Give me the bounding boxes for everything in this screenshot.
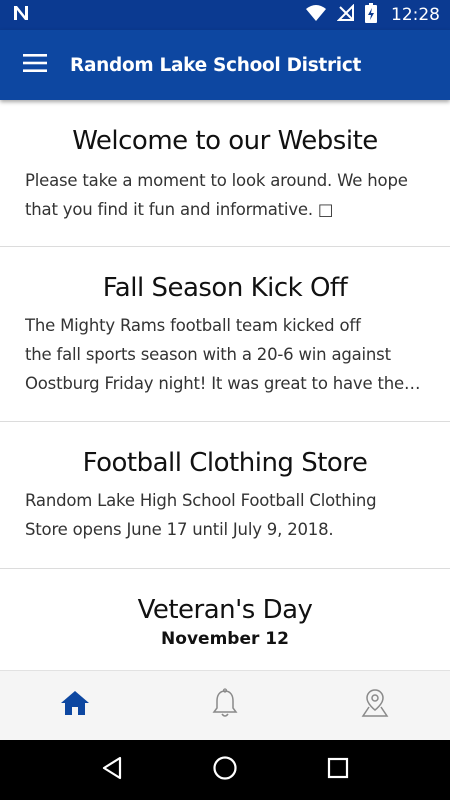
card-body: The Mighty Rams football team kicked off… — [25, 311, 425, 398]
nav-map[interactable] — [320, 671, 430, 741]
nav-home[interactable] — [20, 671, 130, 741]
recents-icon — [327, 757, 349, 784]
card-body-line: Store opens June 17 until July 9, 2018. — [25, 520, 334, 539]
bell-icon — [211, 688, 239, 723]
news-card[interactable]: Fall Season Kick Off The Mighty Rams foo… — [0, 247, 450, 422]
home-circle-icon — [212, 755, 238, 786]
news-card[interactable]: Veteran's Day November 12 — [0, 569, 450, 670]
map-pin-icon — [360, 688, 390, 723]
card-body-line: Please take a moment to look around. We … — [25, 171, 408, 190]
status-bar: 12:28 — [0, 0, 450, 30]
back-button[interactable] — [82, 740, 142, 800]
card-body-line: the fall sports season with a 20-6 win a… — [25, 345, 391, 364]
home-button[interactable] — [195, 740, 255, 800]
status-time: 12:28 — [391, 5, 440, 25]
no-signal-icon — [336, 3, 355, 27]
card-title: Football Clothing Store — [82, 448, 368, 478]
bottom-nav — [0, 670, 450, 740]
system-nav-bar — [0, 740, 450, 800]
battery-charging-icon — [365, 2, 377, 28]
news-card[interactable]: Football Clothing Store Random Lake High… — [0, 422, 450, 569]
news-feed[interactable]: Welcome to our Website Please take a mom… — [0, 100, 450, 670]
card-body: Please take a moment to look around. We … — [25, 166, 425, 224]
card-body-line: that you find it fun and informative. □ — [25, 200, 334, 219]
card-body-line: Oostburg Friday night! It was great to h… — [25, 374, 425, 393]
recents-button[interactable] — [308, 740, 368, 800]
wifi-icon — [305, 4, 327, 27]
card-body-line: Random Lake High School Football Clothin… — [25, 491, 377, 510]
news-card[interactable]: Welcome to our Website Please take a mom… — [0, 100, 450, 247]
card-title: Fall Season Kick Off — [102, 273, 348, 303]
app-bar: Random Lake School District — [0, 30, 450, 100]
app-title: Random Lake School District — [70, 54, 362, 76]
card-title: Welcome to our Website — [72, 126, 378, 156]
card-date: November 12 — [161, 629, 289, 649]
nav-notifications[interactable] — [170, 671, 280, 741]
menu-button[interactable] — [0, 30, 70, 100]
card-title: Veteran's Day — [137, 595, 313, 625]
home-icon — [60, 689, 90, 722]
card-body: Random Lake High School Football Clothin… — [25, 486, 425, 544]
card-body-line: The Mighty Rams football team kicked off — [25, 316, 361, 335]
hamburger-menu-icon — [23, 53, 47, 77]
back-icon — [101, 756, 123, 785]
notification-n-icon — [12, 4, 30, 27]
